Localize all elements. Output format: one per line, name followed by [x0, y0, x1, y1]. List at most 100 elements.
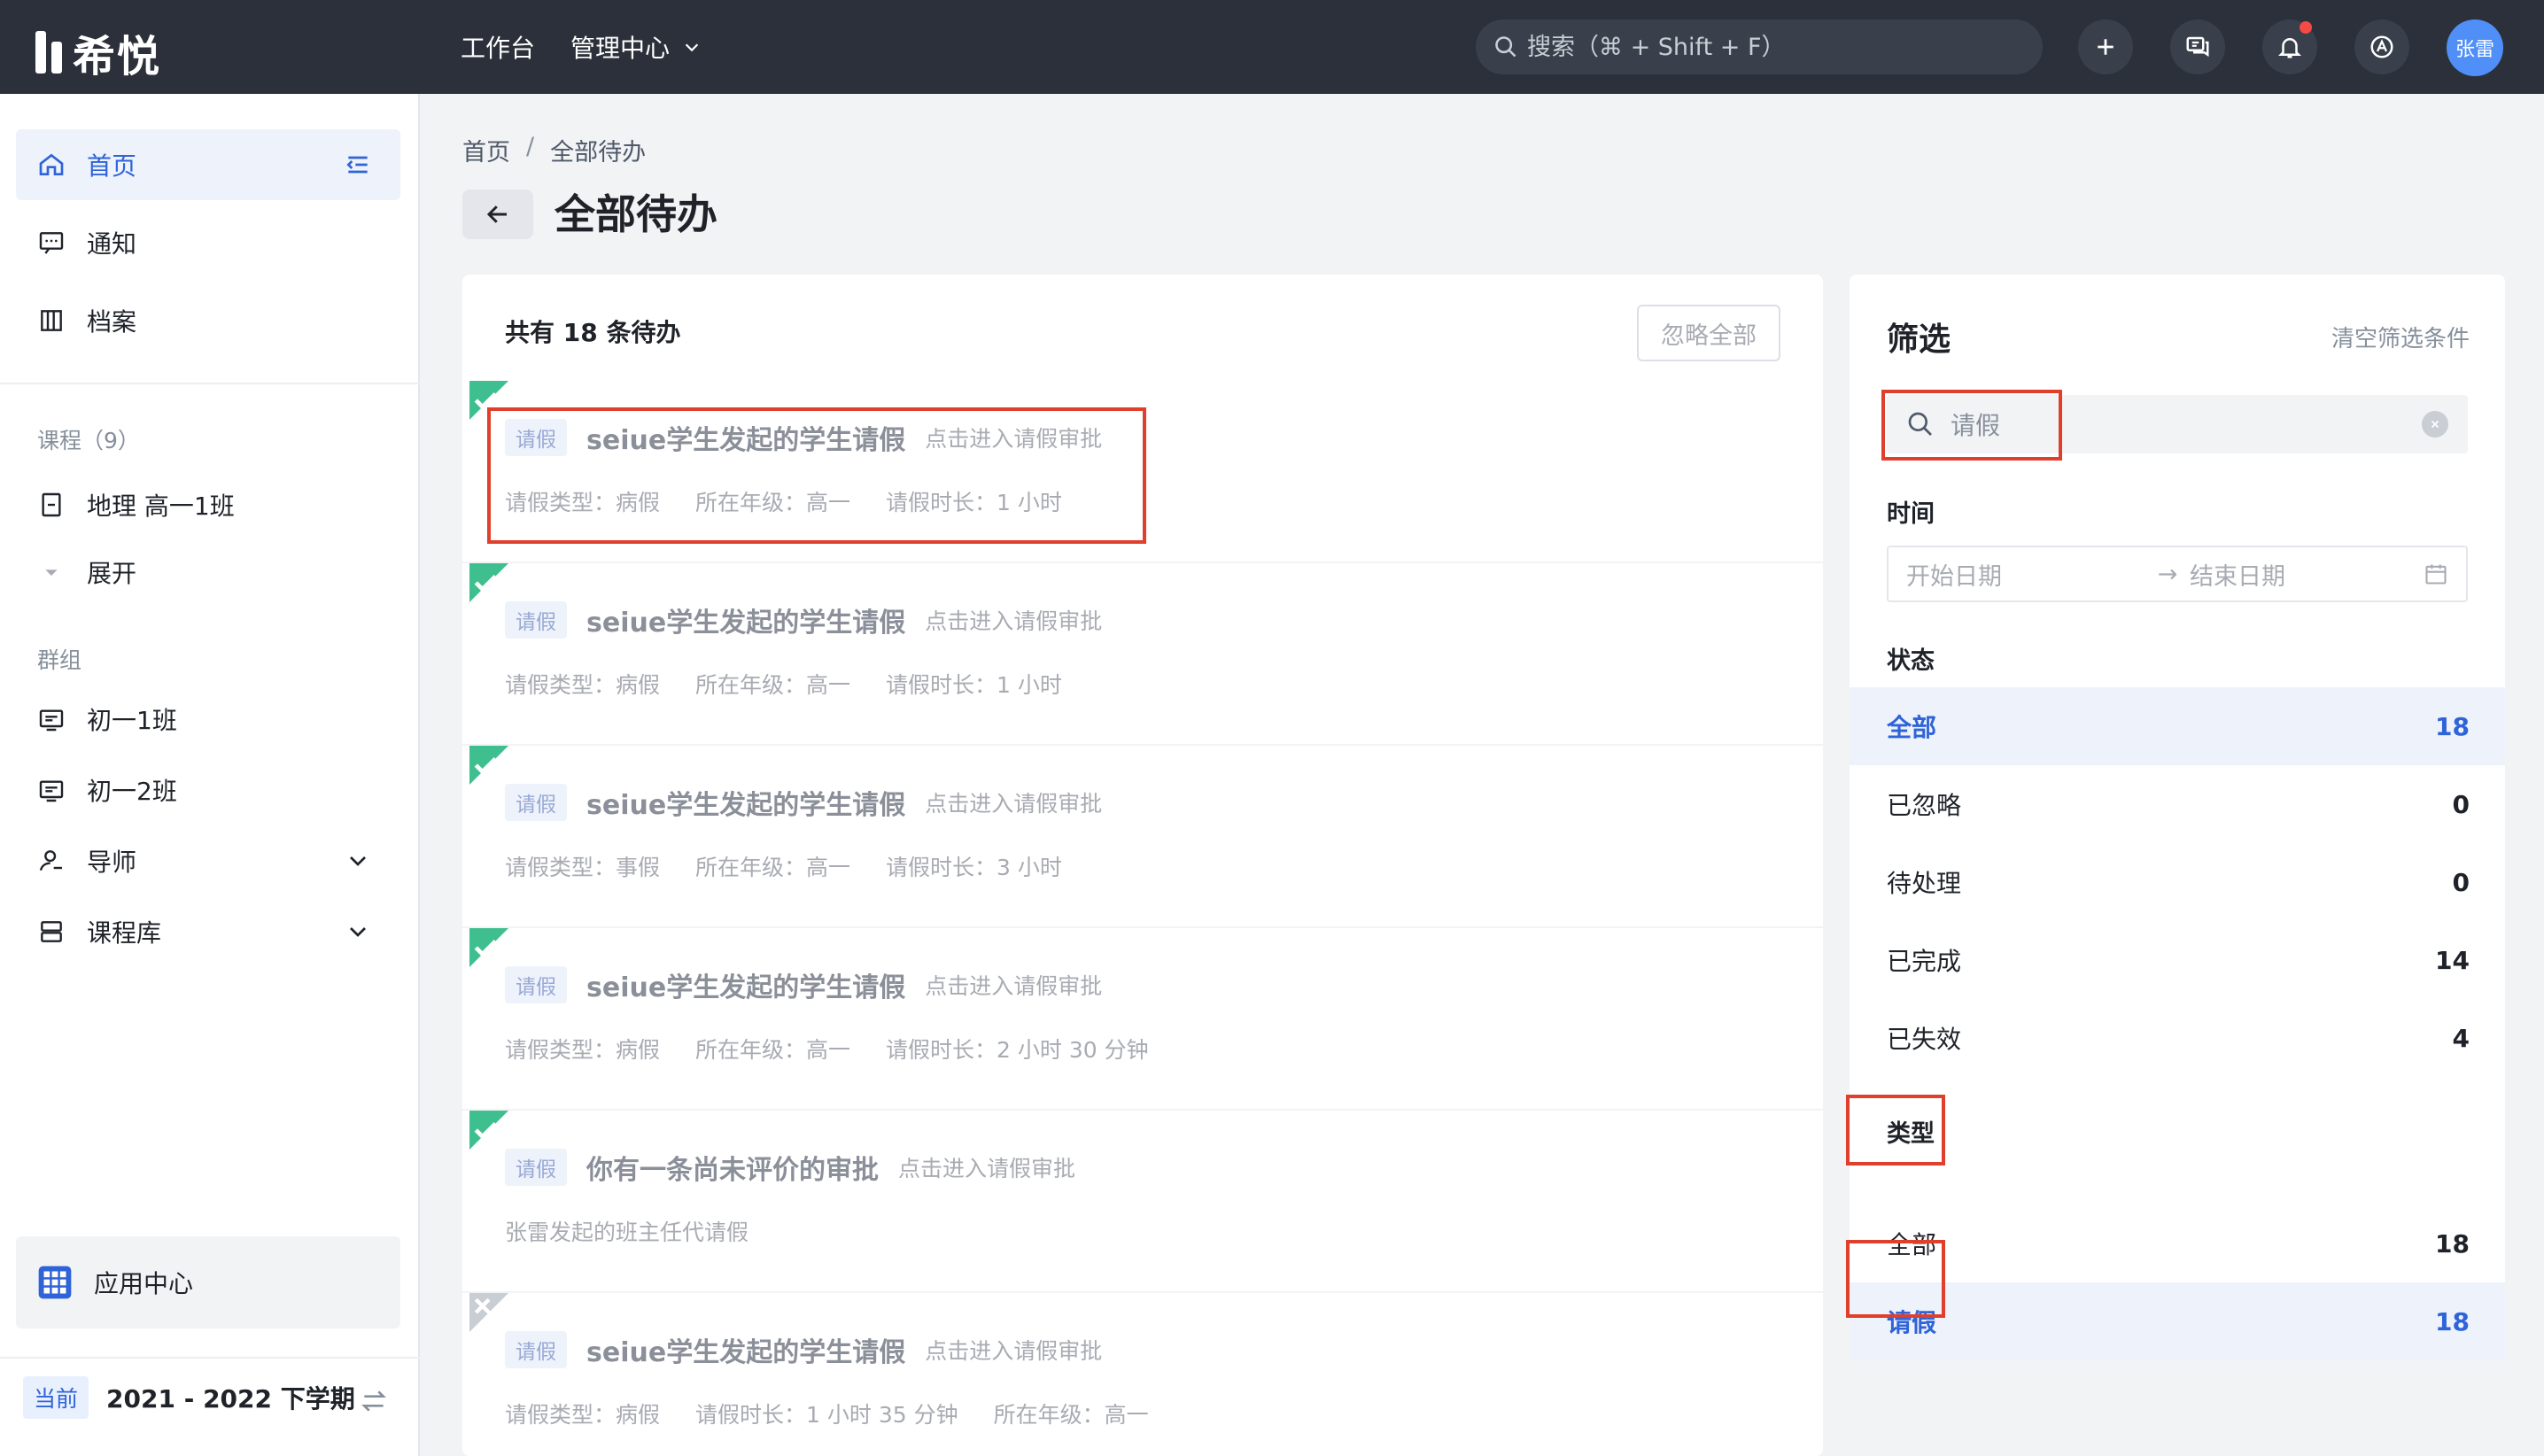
todo-meta: 请假类型：病假	[505, 490, 661, 515]
time-section-title: 时间	[1887, 500, 1935, 528]
filter-search-input[interactable]	[1951, 409, 2411, 439]
todo-title[interactable]: 你有一条尚未评价的审批	[586, 1148, 879, 1187]
todo-item[interactable]: 请假 seiue学生发起的学生请假 点击进入请假审批 请假类型：病假 所在年级：高一 请假…	[462, 563, 1823, 746]
todo-meta-row: 请假类型：病假 所在年级：高一 请假时长：1 小时	[505, 668, 1062, 700]
sidebar-item-expand[interactable]: 展开	[16, 537, 400, 608]
todo-meta: 所在年级：高一	[695, 855, 851, 880]
sidebar-item-label: 导师	[87, 848, 137, 877]
type-filter-option-count: 18	[2435, 1306, 2470, 1336]
todo-title-row: 请假 seiue学生发起的学生请假 点击进入请假审批	[505, 1330, 1102, 1369]
todo-item[interactable]: 请假 seiue学生发起的学生请假 点击进入请假审批请假类型：病假 所在年级：高一 请假…	[462, 928, 1823, 1111]
todo-approval-link[interactable]: 点击进入请假审批	[898, 1151, 1075, 1183]
library-icon	[41, 921, 62, 942]
todo-approval-link[interactable]: 点击进入请假审批	[925, 969, 1102, 1001]
class-icon	[39, 780, 64, 802]
grid-icon	[38, 1266, 72, 1299]
todo-meta-row: 请假类型：病假 所在年级：高一 请假时长：2 小时 30 分钟	[505, 1033, 1149, 1065]
todo-item[interactable]: 请假 seiue学生发起的学生请假 点击进入请假审批 请假类型：病假 所在年级：高一 请假…	[462, 381, 1823, 563]
calendar-icon[interactable]	[2424, 561, 2448, 586]
todo-title[interactable]: seiue学生发起的学生请假	[586, 600, 905, 639]
sidebar-item-archive[interactable]: 档案	[16, 285, 400, 356]
global-search[interactable]	[1476, 19, 2043, 74]
nav-admin-center[interactable]: 管理中心	[570, 29, 702, 65]
status-filter-option[interactable]: 已失效 4	[1850, 999, 2505, 1077]
clear-search-icon[interactable]	[2422, 411, 2448, 438]
ai-assistant-button[interactable]	[2354, 19, 2409, 74]
breadcrumb-home[interactable]: 首页	[462, 133, 510, 167]
status-filter-option[interactable]: 全部 18	[1850, 687, 2505, 765]
start-date-placeholder[interactable]: 开始日期	[1906, 557, 2145, 592]
messages-button[interactable]	[2170, 19, 2225, 74]
search-input[interactable]	[1527, 33, 2023, 61]
user-avatar[interactable]: 张雷	[2447, 19, 2503, 76]
sidebar-item-course[interactable]: 地理 高一1班	[16, 469, 400, 540]
ignore-all-button[interactable]: 忽略全部	[1637, 305, 1780, 361]
sidebar-item-label: 课程库	[87, 918, 162, 948]
notifications-button[interactable]	[2262, 19, 2317, 74]
status-filter-option-count: 0	[2452, 867, 2470, 897]
clear-filters-link[interactable]: 清空筛选条件	[2331, 321, 2470, 353]
status-filter-option[interactable]: 已忽略 0	[1850, 765, 2505, 843]
nav-workbench[interactable]: 工作台	[461, 29, 535, 65]
date-range-picker[interactable]: 开始日期 → 结束日期	[1887, 546, 2468, 602]
sidebar-item-label: 通知	[87, 229, 137, 259]
collapse-sidebar-icon[interactable]	[344, 151, 372, 179]
todo-type-tag: 请假	[505, 419, 567, 456]
sidebar-item-group-2[interactable]: 初一2班	[16, 755, 400, 825]
todo-title[interactable]: seiue学生发起的学生请假	[586, 783, 905, 822]
sidebar-item-label: 初一1班	[87, 706, 177, 735]
todo-title[interactable]: seiue学生发起的学生请假	[586, 418, 905, 457]
todo-type-tag: 请假	[505, 966, 567, 1003]
app-center-button[interactable]: 应用中心	[16, 1236, 400, 1328]
search-icon	[1908, 412, 1932, 436]
filter-search-field[interactable]	[1887, 395, 2468, 453]
status-filter-option-count: 4	[2452, 1023, 2470, 1053]
courses-section-title: 课程（9）	[37, 428, 140, 453]
todo-title[interactable]: seiue学生发起的学生请假	[586, 1330, 905, 1369]
back-button[interactable]	[462, 190, 533, 239]
term-label: 2021 - 2022 下学期	[106, 1384, 355, 1413]
breadcrumb-separator: /	[526, 133, 535, 160]
add-button[interactable]	[2078, 19, 2133, 74]
type-filter-option-count: 18	[2435, 1228, 2470, 1259]
expired-flag-icon	[469, 1293, 508, 1332]
sidebar-item-home[interactable]: 首页	[16, 129, 400, 200]
sidebar-item-course-library[interactable]: 课程库	[16, 896, 400, 967]
sidebar-item-group-1[interactable]: 初一1班	[16, 684, 400, 755]
unread-dot	[2300, 21, 2312, 34]
sidebar-item-notice[interactable]: 通知	[16, 207, 400, 278]
todo-meta: 所在年级：高一	[993, 1402, 1149, 1428]
class-icon	[39, 709, 64, 732]
page-title: 全部待办	[555, 190, 717, 238]
type-filter-option[interactable]: 全部 18	[1850, 1204, 2505, 1282]
todo-item[interactable]: 请假 seiue学生发起的学生请假 点击进入请假审批 请假类型：事假 所在年级：高一 请假…	[462, 746, 1823, 928]
todo-meta: 所在年级：高一	[695, 1037, 851, 1063]
sidebar-item-label: 档案	[87, 307, 137, 337]
sidebar-item-label: 首页	[87, 151, 137, 181]
top-bar: 希悦 工作台 管理中心 张雷	[0, 0, 2544, 94]
app-name: 希悦	[73, 32, 162, 81]
todo-approval-link[interactable]: 点击进入请假审批	[925, 422, 1102, 453]
plus-icon	[2098, 39, 2114, 55]
todo-approval-link[interactable]: 点击进入请假审批	[925, 786, 1102, 818]
switch-term-icon[interactable]	[360, 1387, 388, 1415]
status-filter-option-label: 全部	[1887, 713, 1937, 742]
todo-item[interactable]: 请假 你有一条尚未评价的审批 点击进入请假审批 张雷发起的班主任代请假	[462, 1111, 1823, 1293]
type-filter-option[interactable]: 请假 18	[1850, 1282, 2505, 1360]
course-icon	[42, 492, 61, 517]
sidebar-item-label: 地理 高一1班	[87, 492, 235, 521]
todo-count: 共有 18 条待办	[505, 318, 681, 347]
status-filter-option[interactable]: 已完成 14	[1850, 921, 2505, 999]
status-filter-option-label: 已完成	[1887, 947, 1962, 976]
todo-meta: 请假类型：病假	[505, 672, 661, 698]
todo-approval-link[interactable]: 点击进入请假审批	[925, 1334, 1102, 1366]
end-date-placeholder[interactable]: 结束日期	[2190, 557, 2424, 592]
app-logo[interactable]: 希悦	[35, 21, 161, 83]
todo-item[interactable]: 请假 seiue学生发起的学生请假 点击进入请假审批 请假类型：病假 请假时长：1 小时…	[462, 1293, 1823, 1456]
todo-approval-link[interactable]: 点击进入请假审批	[925, 604, 1102, 636]
todo-title[interactable]: seiue学生发起的学生请假	[586, 965, 905, 1004]
sidebar-item-mentor[interactable]: 导师	[16, 825, 400, 896]
todo-meta: 请假时长：1 小时	[886, 672, 1062, 698]
term-badge: 当前	[23, 1376, 89, 1419]
status-filter-option[interactable]: 待处理 0	[1850, 843, 2505, 921]
